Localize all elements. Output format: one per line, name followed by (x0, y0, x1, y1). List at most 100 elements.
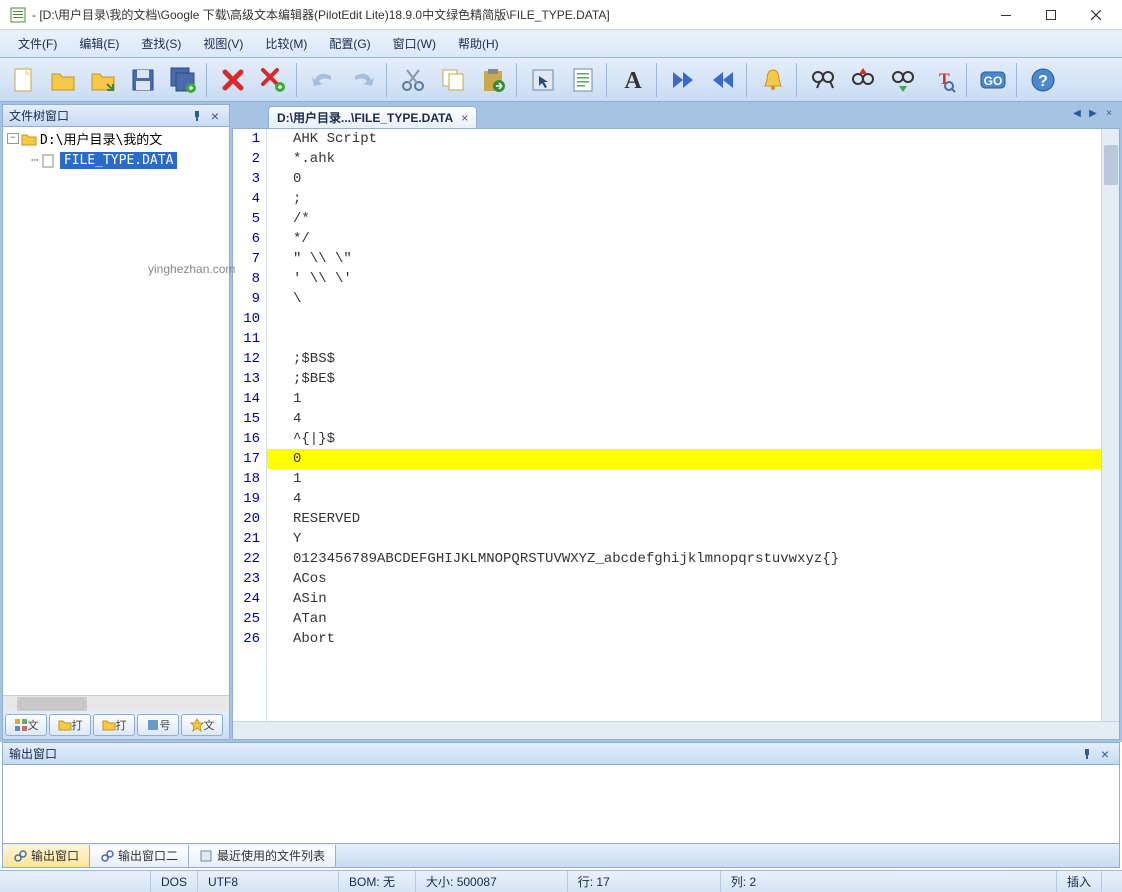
save-all-icon[interactable] (164, 61, 202, 99)
menu-file[interactable]: 文件(F) (8, 31, 67, 56)
tree-root-label: D:\用户目录\我的文 (40, 129, 162, 148)
file-tree[interactable]: − D:\用户目录\我的文 ⋯ FILE_TYPE.DATA (3, 127, 229, 695)
text-search-icon[interactable]: T (924, 61, 962, 99)
code-line[interactable]: 0123456789ABCDEFGHIJKLMNOPQRSTUVWXYZ_abc… (267, 549, 1101, 569)
status-encoding-mode: DOS (150, 871, 197, 892)
menu-window[interactable]: 窗口(W) (383, 31, 446, 56)
open-folder-icon[interactable] (44, 61, 82, 99)
code-line[interactable]: ;$BE$ (267, 369, 1101, 389)
output-body[interactable] (3, 765, 1119, 843)
code-area[interactable]: AHK Script*.ahk0;/**/" \\ \"' \\ \'\;$BS… (267, 129, 1101, 721)
find-icon[interactable] (804, 61, 842, 99)
redo-icon[interactable] (344, 61, 382, 99)
tree-root[interactable]: − D:\用户目录\我的文 (3, 127, 229, 150)
code-line[interactable]: Abort (267, 629, 1101, 649)
code-line[interactable]: 1 (267, 389, 1101, 409)
code-line[interactable]: /* (267, 209, 1101, 229)
left-tab-5[interactable]: 文 (181, 714, 223, 736)
file-tree-header: 文件树窗口 × (3, 105, 229, 127)
delete-icon[interactable] (214, 61, 252, 99)
resize-grip-icon[interactable] (1101, 871, 1122, 892)
new-file-icon[interactable] (4, 61, 42, 99)
menubar: 文件(F) 编辑(E) 查找(S) 视图(V) 比较(M) 配置(G) 窗口(W… (0, 30, 1122, 58)
code-line[interactable]: Y (267, 529, 1101, 549)
code-line[interactable]: ASin (267, 589, 1101, 609)
code-line[interactable]: " \\ \" (267, 249, 1101, 269)
editor-body[interactable]: 1234567891011121314151617181920212223242… (233, 129, 1119, 721)
copy-icon[interactable] (434, 61, 472, 99)
left-tab-1[interactable]: 文 (5, 714, 47, 736)
menu-help[interactable]: 帮助(H) (448, 31, 509, 56)
code-line[interactable]: ; (267, 189, 1101, 209)
status-insert: 插入 (1056, 871, 1101, 892)
tab-next-icon[interactable]: ▶ (1086, 106, 1100, 120)
toolbar: A T GO ? (0, 58, 1122, 102)
output-title: 输出窗口 (9, 745, 1077, 762)
output-close-icon[interactable]: × (1097, 746, 1113, 762)
file-icon (41, 154, 57, 168)
code-line[interactable]: ;$BS$ (267, 349, 1101, 369)
code-line[interactable] (267, 309, 1101, 329)
code-line[interactable]: ' \\ \' (267, 269, 1101, 289)
expand-minus-icon[interactable]: − (7, 133, 19, 144)
menu-edit[interactable]: 编辑(E) (69, 31, 129, 56)
output-tab-3[interactable]: 最近使用的文件列表 (189, 845, 336, 867)
tree-file[interactable]: ⋯ FILE_TYPE.DATA (3, 150, 229, 171)
close-button[interactable] (1073, 1, 1118, 29)
delete-add-icon[interactable] (254, 61, 292, 99)
status-size: 大小: 500087 (415, 871, 507, 892)
menu-compare[interactable]: 比较(M) (255, 31, 317, 56)
maximize-button[interactable] (1028, 1, 1073, 29)
output-pin-icon[interactable] (1079, 746, 1095, 762)
code-line[interactable]: 0 (267, 449, 1101, 469)
code-line[interactable] (267, 329, 1101, 349)
paste-icon[interactable] (474, 61, 512, 99)
cut-icon[interactable] (394, 61, 432, 99)
document-list-icon[interactable] (564, 61, 602, 99)
code-line[interactable]: ^{|}$ (267, 429, 1101, 449)
code-line[interactable]: *.ahk (267, 149, 1101, 169)
code-line[interactable]: 1 (267, 469, 1101, 489)
tab-close-all-icon[interactable]: × (1102, 106, 1116, 120)
open-folder-arrow-icon[interactable] (84, 61, 122, 99)
code-line[interactable]: ACos (267, 569, 1101, 589)
minimize-button[interactable] (983, 1, 1028, 29)
left-tab-4[interactable]: 号 (137, 714, 179, 736)
next-icon[interactable] (664, 61, 702, 99)
menu-view[interactable]: 视图(V) (193, 31, 253, 56)
code-line[interactable]: */ (267, 229, 1101, 249)
left-tabs: 文 打 打 号 文 (3, 711, 229, 739)
code-line[interactable]: 4 (267, 409, 1101, 429)
output-tab-1[interactable]: 输出窗口 (3, 845, 90, 867)
file-tab[interactable]: D:\用户目录...\FILE_TYPE.DATA × (268, 106, 477, 128)
font-icon[interactable]: A (614, 61, 652, 99)
code-line[interactable]: RESERVED (267, 509, 1101, 529)
code-line[interactable]: 4 (267, 489, 1101, 509)
undo-icon[interactable] (304, 61, 342, 99)
close-panel-icon[interactable]: × (207, 108, 223, 124)
h-scrollbar[interactable] (233, 721, 1119, 739)
prev-icon[interactable] (704, 61, 742, 99)
left-tab-2[interactable]: 打 (49, 714, 91, 736)
menu-search[interactable]: 查找(S) (131, 31, 191, 56)
select-cursor-icon[interactable] (524, 61, 562, 99)
tab-close-icon[interactable]: × (461, 111, 468, 125)
left-tab-3[interactable]: 打 (93, 714, 135, 736)
code-line[interactable]: 0 (267, 169, 1101, 189)
save-icon[interactable] (124, 61, 162, 99)
output-tab-2[interactable]: 输出窗口二 (90, 845, 189, 867)
tab-prev-icon[interactable]: ◀ (1070, 106, 1084, 120)
bell-icon[interactable] (754, 61, 792, 99)
code-line[interactable]: \ (267, 289, 1101, 309)
menu-config[interactable]: 配置(G) (319, 31, 380, 56)
find-next-icon[interactable] (884, 61, 922, 99)
code-line[interactable]: AHK Script (267, 129, 1101, 149)
help-icon[interactable]: ? (1024, 61, 1062, 99)
titlebar: - [D:\用户目录\我的文档\Google 下载\高级文本编辑器(PilotE… (0, 0, 1122, 30)
v-scrollbar[interactable] (1101, 129, 1119, 721)
tree-h-scrollbar[interactable] (3, 695, 229, 711)
code-line[interactable]: ATan (267, 609, 1101, 629)
pin-icon[interactable] (189, 108, 205, 124)
find-prev-icon[interactable] (844, 61, 882, 99)
go-icon[interactable]: GO (974, 61, 1012, 99)
